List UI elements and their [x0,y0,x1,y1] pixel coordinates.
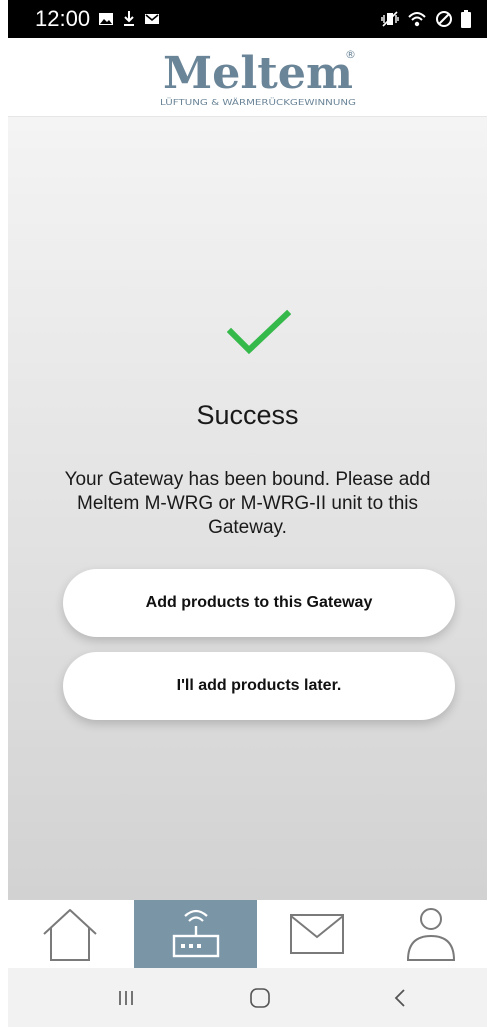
meltem-logo: Meltem ® LÜFTUNG & WÄRMERÜCKGEWINNUNG [160,48,356,107]
add-later-button[interactable]: I'll add products later. [63,652,455,720]
person-icon [406,908,455,961]
mail-icon [145,14,159,24]
image-icon [99,13,113,25]
success-panel: Success Your Gateway has been bound. Ple… [8,117,487,900]
app-screen: 12:00 Meltem ® LÜFTUNG & WÄRMERÜCKGEWINN… [0,0,495,1027]
status-left-icons [98,8,160,30]
bottom-tab-bar [8,900,487,968]
tab-messages[interactable] [255,900,378,968]
tab-profile[interactable] [374,900,487,968]
success-message: Your Gateway has been bound. Please add … [64,469,431,538]
recent-apps-icon[interactable] [117,989,135,1007]
battery-icon [461,10,471,28]
tab-home[interactable] [8,900,131,968]
tab-gateway[interactable] [134,900,257,968]
home-icon[interactable] [249,987,271,1009]
house-icon [42,909,97,961]
router-icon [172,909,219,958]
download-icon [124,11,134,26]
app-header: Meltem ® LÜFTUNG & WÄRMERÜCKGEWINNUNG [8,38,487,117]
logo-registered-mark: ® [345,48,356,61]
do-not-disturb-icon [436,11,452,27]
success-title: Success [196,400,299,430]
vibrate-icon [381,11,399,27]
status-right-icons [381,8,471,30]
envelope-icon [289,914,344,954]
wifi-icon [408,12,426,27]
system-nav-bar [8,968,487,1027]
logo-wordmark: Meltem [163,48,353,99]
checkmark-icon [227,309,291,355]
logo-tagline: LÜFTUNG & WÄRMERÜCKGEWINNUNG [160,97,356,107]
status-bar: 12:00 [8,0,487,38]
status-time: 12:00 [35,6,91,31]
add-products-button[interactable]: Add products to this Gateway [63,569,455,637]
back-icon[interactable] [393,988,407,1008]
